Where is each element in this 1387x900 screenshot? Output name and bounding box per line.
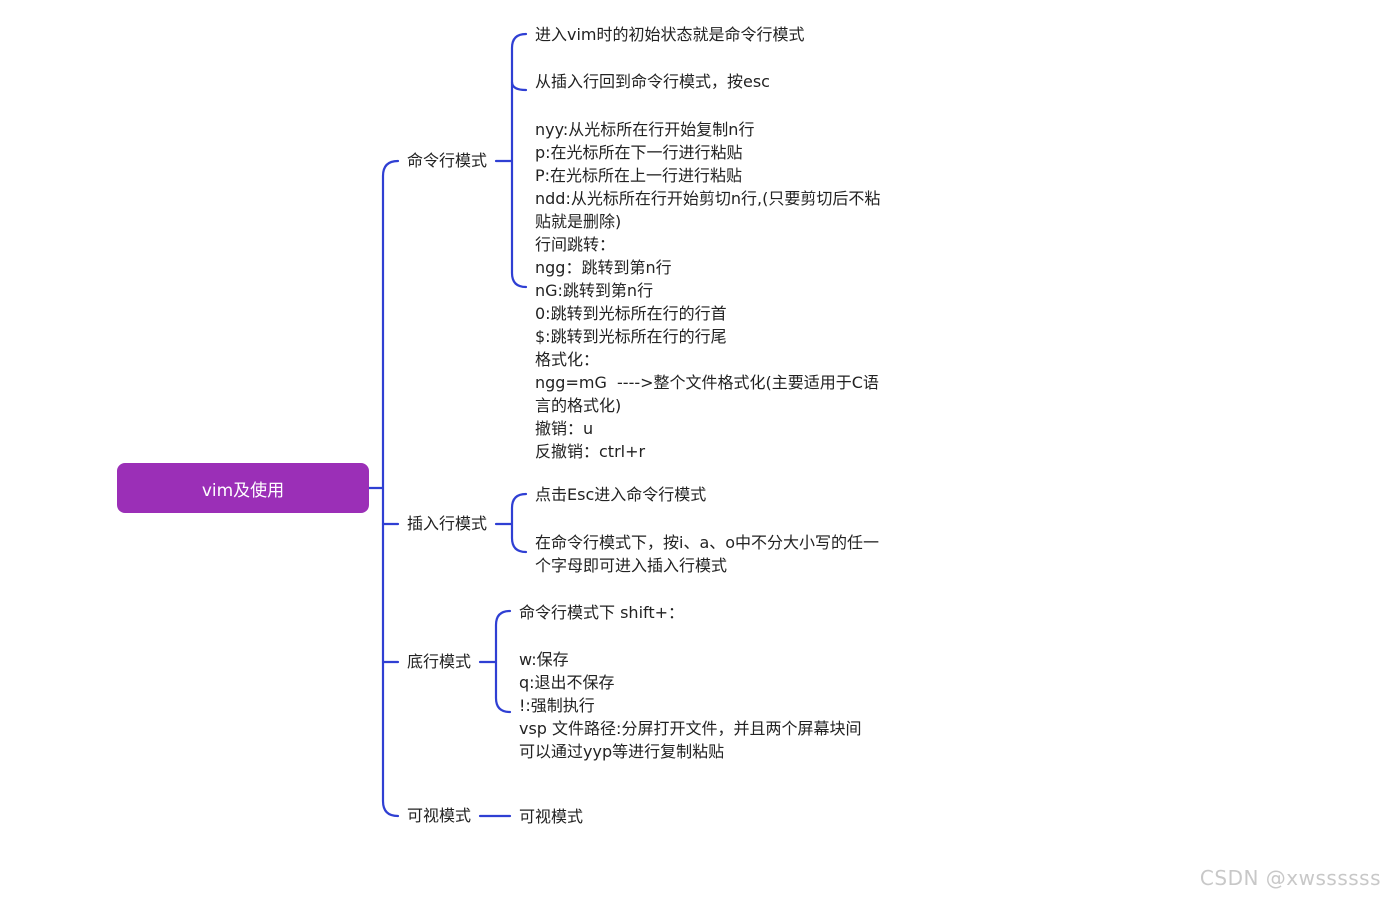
branch-command-mode[interactable]: 命令行模式 bbox=[407, 151, 487, 171]
watermark: CSDN @xwssssss bbox=[1199, 866, 1381, 890]
leaf-command-mode-commands[interactable]: nyy:从光标所在行开始复制n行 p:在光标所在下一行进行粘贴 P:在光标所在上… bbox=[535, 118, 880, 463]
branch-label: 命令行模式 bbox=[407, 151, 488, 170]
branch-insert-mode[interactable]: 插入行模式 bbox=[407, 514, 487, 534]
branch-visual-mode[interactable]: 可视模式 bbox=[407, 806, 471, 826]
root-node[interactable]: vim及使用 bbox=[117, 463, 369, 513]
branch-label: 插入行模式 bbox=[407, 514, 488, 533]
mind-map: vim及使用 命令行模式 进入vim时的初始状态就是命令行模式 从插入行回到命令… bbox=[0, 0, 1387, 896]
root-label: vim及使用 bbox=[201, 480, 285, 501]
leaf-insert-mode-enter[interactable]: 在命令行模式下，按i、a、o中不分大小写的任一 个字母即可进入插入行模式 bbox=[535, 531, 879, 577]
leaf-insert-mode-esc[interactable]: 点击Esc进入命令行模式 bbox=[535, 483, 706, 506]
leaf-command-mode-initial[interactable]: 进入vim时的初始状态就是命令行模式 bbox=[535, 23, 805, 46]
branch-label: 底行模式 bbox=[407, 652, 472, 671]
leaf-visual-mode[interactable]: 可视模式 bbox=[519, 805, 583, 828]
connector-branch-2-bracket bbox=[510, 492, 528, 554]
connector-branch-1-child-2 bbox=[510, 80, 528, 92]
branch-label: 可视模式 bbox=[407, 806, 472, 825]
leaf-last-line-shift[interactable]: 命令行模式下 shift+： bbox=[519, 601, 684, 624]
connector-branch-1-bracket bbox=[510, 32, 528, 289]
leaf-last-line-commands[interactable]: w:保存 q:退出不保存 !:强制执行 vsp 文件路径:分屏打开文件，并且两个… bbox=[519, 648, 861, 763]
connector-main-trunk bbox=[381, 159, 400, 818]
leaf-command-mode-esc[interactable]: 从插入行回到命令行模式，按esc bbox=[535, 70, 770, 93]
connector-branch-3-bracket bbox=[494, 609, 512, 714]
branch-last-line-mode[interactable]: 底行模式 bbox=[407, 652, 471, 672]
